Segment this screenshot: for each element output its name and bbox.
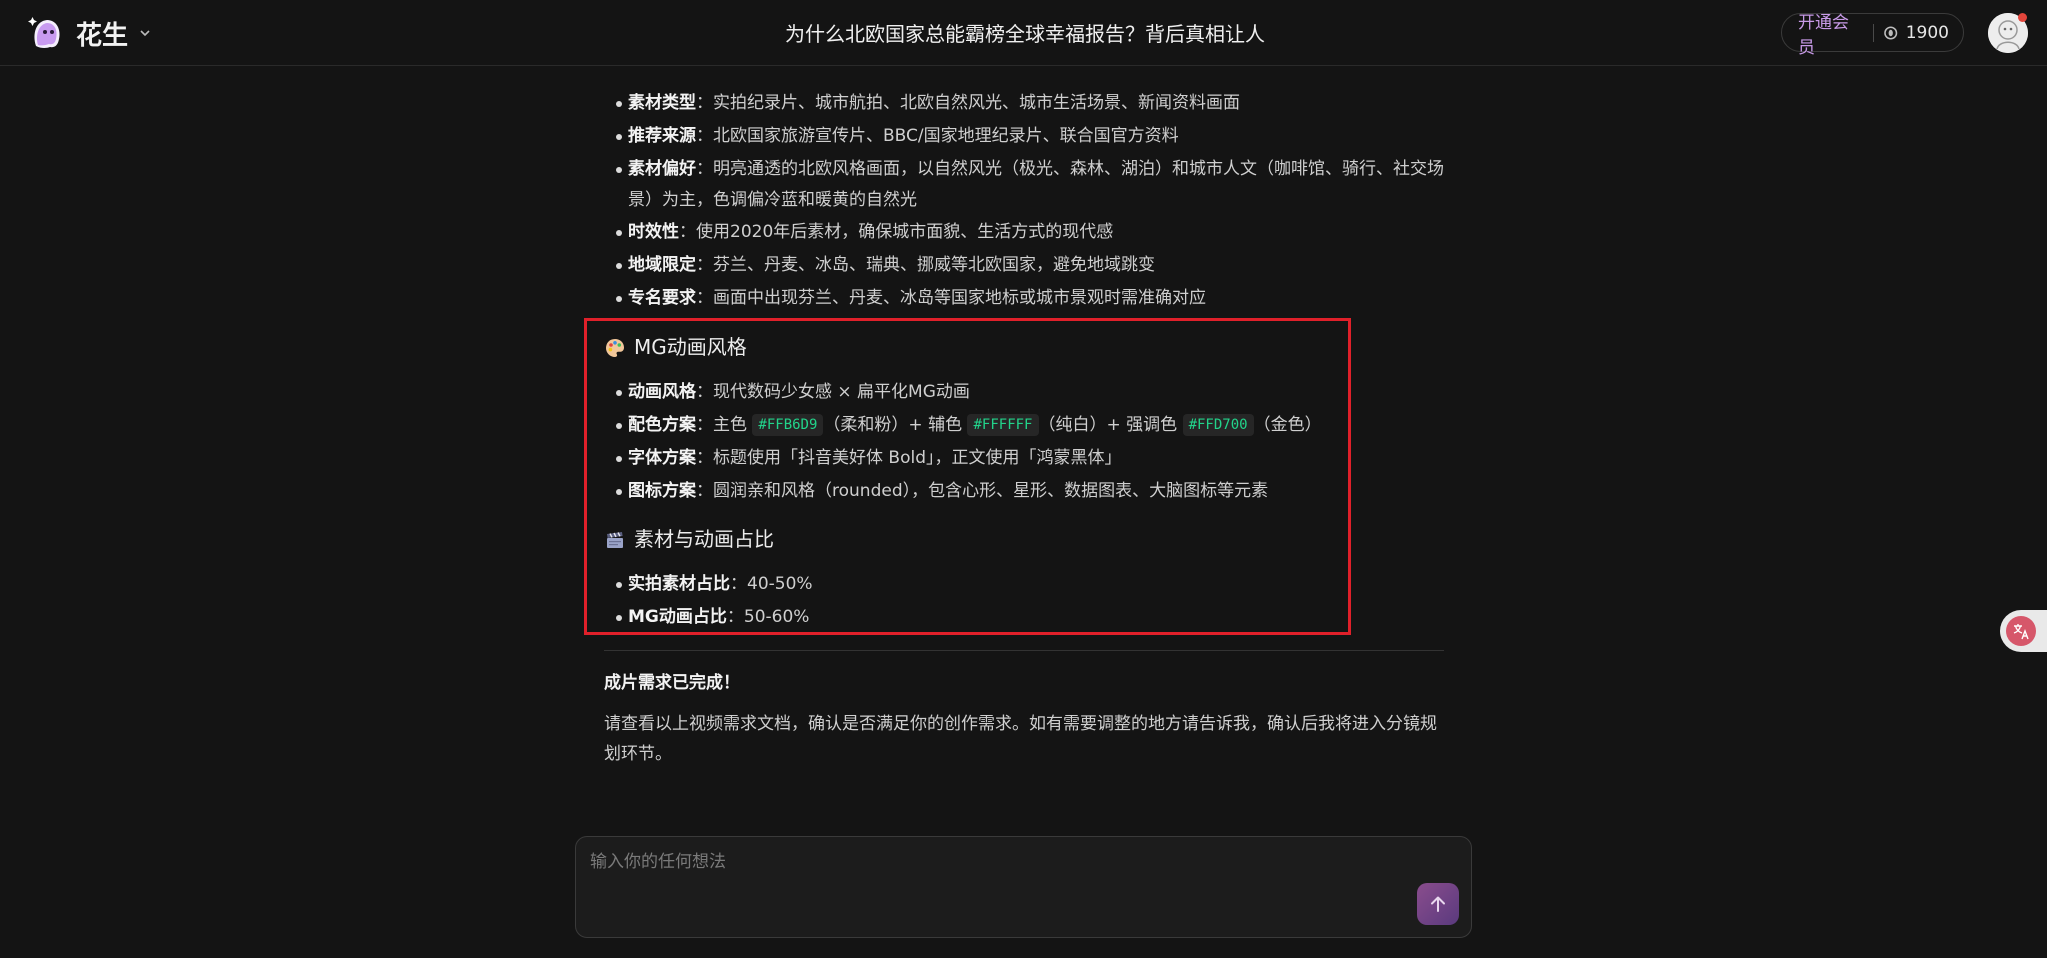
pill-divider <box>1873 23 1875 42</box>
highlight-annotation-box <box>584 318 1351 635</box>
prompt-input[interactable] <box>588 847 1388 877</box>
completion-title: 成片需求已完成！ <box>604 673 740 693</box>
completion-message: 请查看以上视频需求文档，确认是否满足你的创作需求。如有需要调整的地方请告诉我，确… <box>604 714 1437 764</box>
translate-icon <box>2013 624 2029 640</box>
coin-balance: 1900 <box>1905 22 1949 43</box>
open-vip-button[interactable]: 开通会员 <box>1798 8 1863 58</box>
membership-pill: 开通会员 1900 <box>1781 13 1964 58</box>
list-item: 专名要求：画面中出现芬兰、丹麦、冰岛等国家地标或城市景观时需准确对应 <box>616 283 1448 314</box>
peanut-ghost-logo <box>28 17 60 48</box>
list-item: 推荐来源：北欧国家旅游宣传片、BBC/国家地理纪录片、联合国官方资料 <box>616 121 1448 152</box>
list-item: 地域限定：芬兰、丹麦、冰岛、瑞典、挪威等北欧国家，避免地域跳变 <box>616 250 1448 281</box>
brand-switcher[interactable]: 花生 <box>26 12 152 54</box>
content-divider <box>604 650 1444 651</box>
brand-name: 花生 <box>76 20 129 51</box>
list-item: 素材偏好：明亮通透的北欧风格画面，以自然风光（极光、森林、湖泊）和城市人文（咖啡… <box>616 154 1450 216</box>
coin-icon <box>1884 25 1898 40</box>
translate-icon-wrap <box>2006 616 2036 646</box>
chevron-down-icon <box>140 30 150 37</box>
message-composer <box>575 836 1472 938</box>
list-item: 素材类型：实拍纪录片、城市航拍、北欧自然风光、城市生活场景、新闻资料画面 <box>616 88 1448 119</box>
send-button[interactable] <box>1417 883 1459 925</box>
document-title: 为什么北欧国家总能霸榜全球幸福报告？背后真相让人 <box>785 22 1265 46</box>
list-item: 时效性：使用2020年后素材，确保城市面貌、生活方式的现代感 <box>616 217 1448 248</box>
arrow-up-icon <box>1431 896 1445 912</box>
translate-button[interactable] <box>2000 610 2047 652</box>
top-bar: 花生 为什么北欧国家总能霸榜全球幸福报告？背后真相让人 开通会员 1900 <box>0 0 2047 66</box>
notification-dot <box>2018 13 2027 22</box>
